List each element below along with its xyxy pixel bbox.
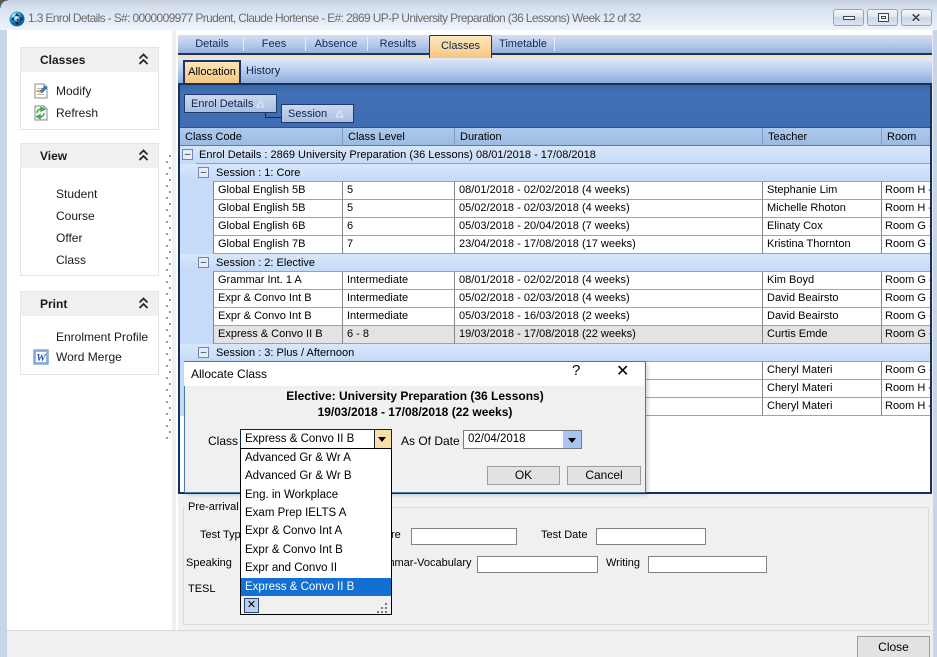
svg-text:W: W <box>36 352 47 364</box>
